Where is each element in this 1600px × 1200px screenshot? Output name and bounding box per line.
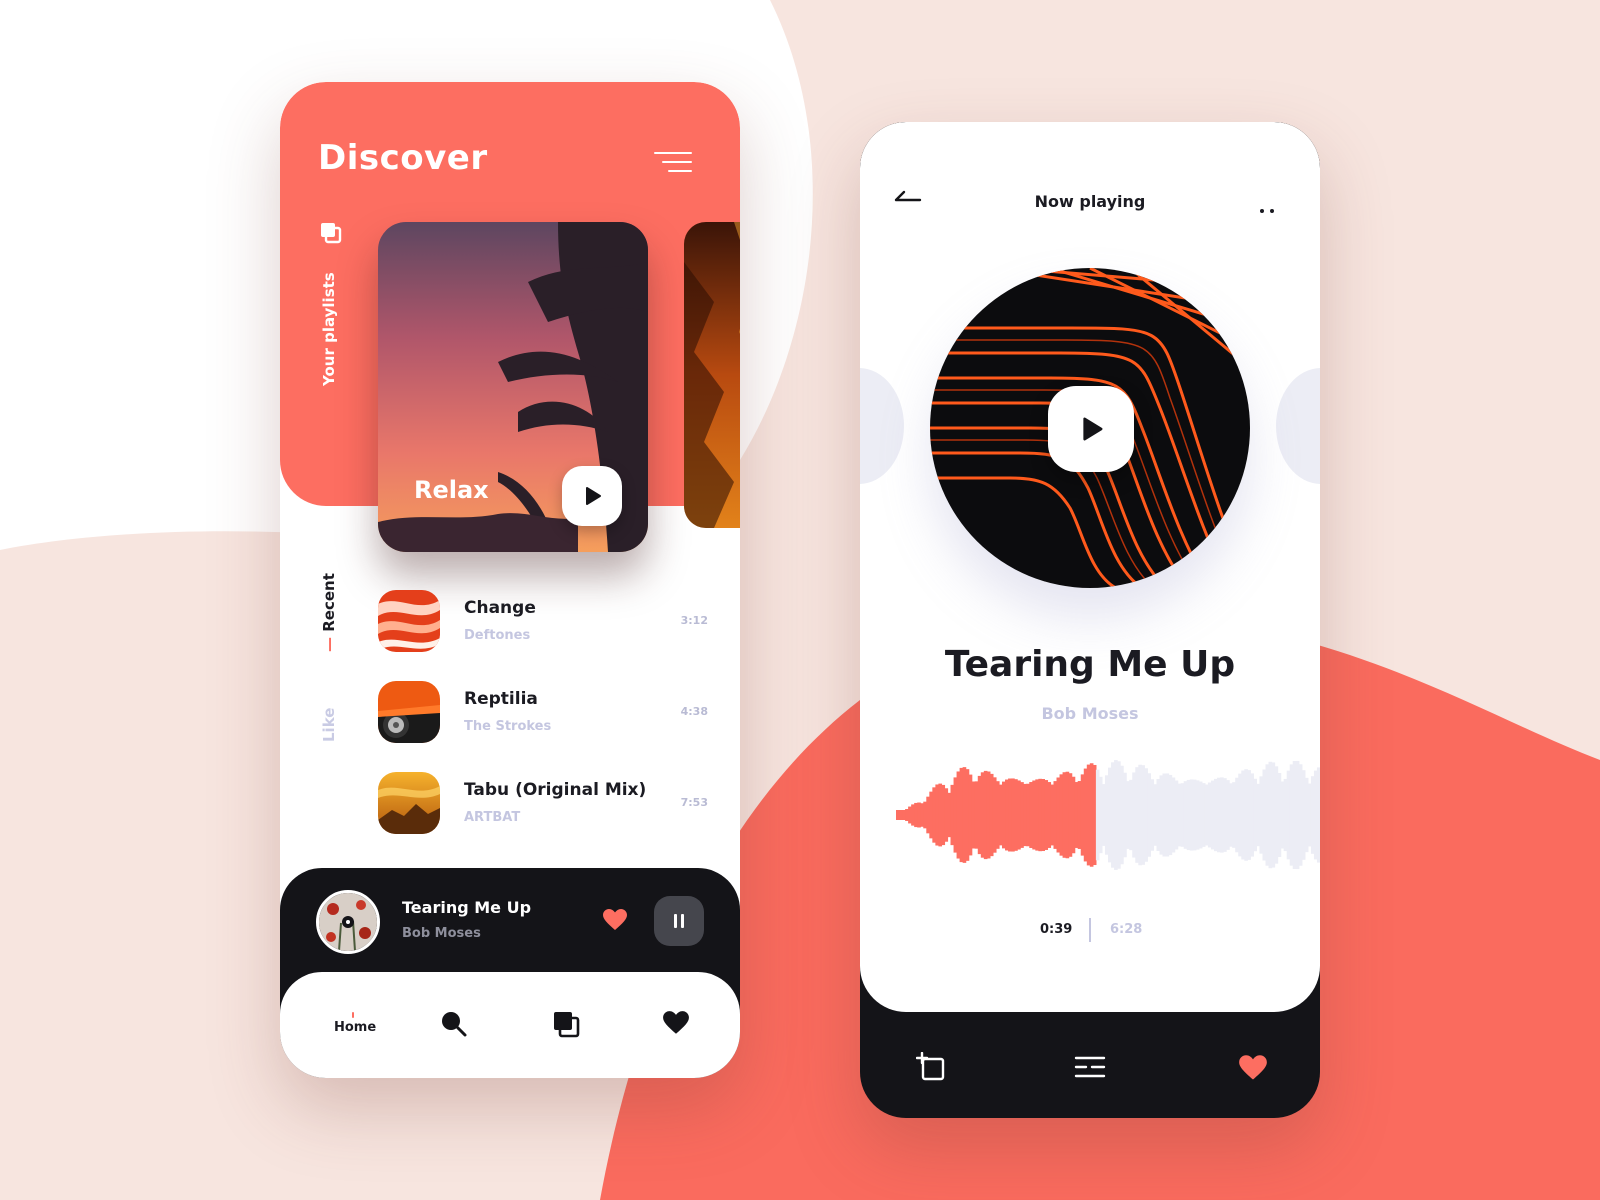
- pause-button[interactable]: [654, 896, 704, 946]
- favorite-button[interactable]: [1238, 1054, 1268, 1086]
- play-icon: [1083, 417, 1103, 441]
- sidebar-item-your-playlists[interactable]: Your playlists: [320, 272, 338, 386]
- nav-library[interactable]: [552, 1010, 580, 1042]
- playlist-card[interactable]: [684, 222, 740, 528]
- more-button[interactable]: [1260, 198, 1280, 217]
- like-button[interactable]: [602, 908, 628, 936]
- play-button[interactable]: [562, 466, 622, 526]
- song-title: Tearing Me Up: [944, 644, 1236, 685]
- tab-recent-label: Recent: [320, 573, 338, 632]
- waveform-bar: [1316, 767, 1320, 863]
- more-icon-dot: [1270, 209, 1274, 213]
- library-icon: [321, 223, 342, 244]
- nav-home[interactable]: Home: [334, 1020, 376, 1035]
- active-tab-indicator: —: [320, 637, 338, 652]
- track-artwork: [378, 772, 440, 834]
- library-icon: [554, 1012, 580, 1038]
- track-duration: 3:12: [680, 614, 708, 627]
- heart-icon: [1239, 1055, 1267, 1080]
- mini-player-title: Tearing Me Up: [402, 898, 532, 917]
- active-nav-indicator: [352, 1012, 354, 1018]
- add-to-playlist-button[interactable]: [915, 1051, 946, 1086]
- mini-player-artist: Bob Moses: [402, 926, 481, 941]
- list-item[interactable]: Change Deftones 3:12: [378, 590, 708, 652]
- track-artwork: [378, 590, 440, 652]
- search-icon: [442, 1012, 467, 1037]
- previous-album-disc[interactable]: [860, 368, 904, 484]
- bottom-nav: Home: [280, 972, 740, 1078]
- track-artist: The Strokes: [464, 719, 552, 734]
- pause-icon: [674, 914, 677, 928]
- menu-icon[interactable]: [654, 152, 694, 172]
- song-artist: Bob Moses: [1041, 704, 1139, 723]
- track-artist: Deftones: [464, 628, 531, 643]
- queue-icon: [1074, 1056, 1106, 1078]
- heart-icon: [603, 909, 627, 930]
- background-shapes: [0, 0, 1600, 1200]
- track-duration: 7:53: [680, 796, 708, 809]
- track-list: Change Deftones 3:12 Reptilia The Stroke…: [378, 590, 708, 863]
- nav-search[interactable]: [440, 1010, 468, 1042]
- track-title: Reptilia: [464, 689, 538, 709]
- nav-favorites[interactable]: [662, 1010, 690, 1040]
- pause-icon-bar: [681, 914, 684, 928]
- time-total: 6:28: [1110, 922, 1143, 937]
- more-icon: [1260, 209, 1264, 213]
- waveform-seekbar[interactable]: [896, 750, 1320, 880]
- track-artwork: [378, 681, 440, 743]
- featured-playlist-card[interactable]: Relax: [378, 222, 648, 552]
- add-to-playlist-icon: [915, 1051, 945, 1081]
- featured-playlist-label: Relax: [414, 476, 489, 504]
- heart-icon: [663, 1011, 689, 1034]
- track-title: Change: [464, 598, 536, 618]
- track-artist: ARTBAT: [464, 810, 521, 825]
- track-duration: 4:38: [680, 705, 708, 718]
- album-art: [316, 890, 380, 954]
- queue-button[interactable]: [1074, 1054, 1106, 1084]
- time-elapsed: 0:39: [1040, 922, 1073, 937]
- now-playing-panel: Now playing Tearing Me Up Bob Moses 0:39…: [860, 122, 1320, 1012]
- play-icon: [586, 487, 601, 505]
- discover-screen: Discover Your playlists Relax — Recent L…: [280, 82, 740, 1078]
- next-album-disc[interactable]: [1276, 368, 1320, 484]
- play-button[interactable]: [1048, 386, 1134, 472]
- playlist-cover-image: [684, 222, 740, 528]
- list-item[interactable]: Reptilia The Strokes 4:38: [378, 681, 708, 743]
- tab-recent[interactable]: — Recent: [320, 573, 338, 652]
- time-divider: [1089, 918, 1091, 942]
- list-item[interactable]: Tabu (Original Mix) ARTBAT 7:53: [378, 772, 708, 834]
- page-title: Now playing: [1034, 192, 1146, 211]
- now-playing-screen: Now playing Tearing Me Up Bob Moses 0:39…: [860, 122, 1320, 1118]
- tab-like[interactable]: Like: [320, 708, 338, 742]
- page-title: Discover: [318, 138, 488, 178]
- track-title: Tabu (Original Mix): [464, 780, 647, 800]
